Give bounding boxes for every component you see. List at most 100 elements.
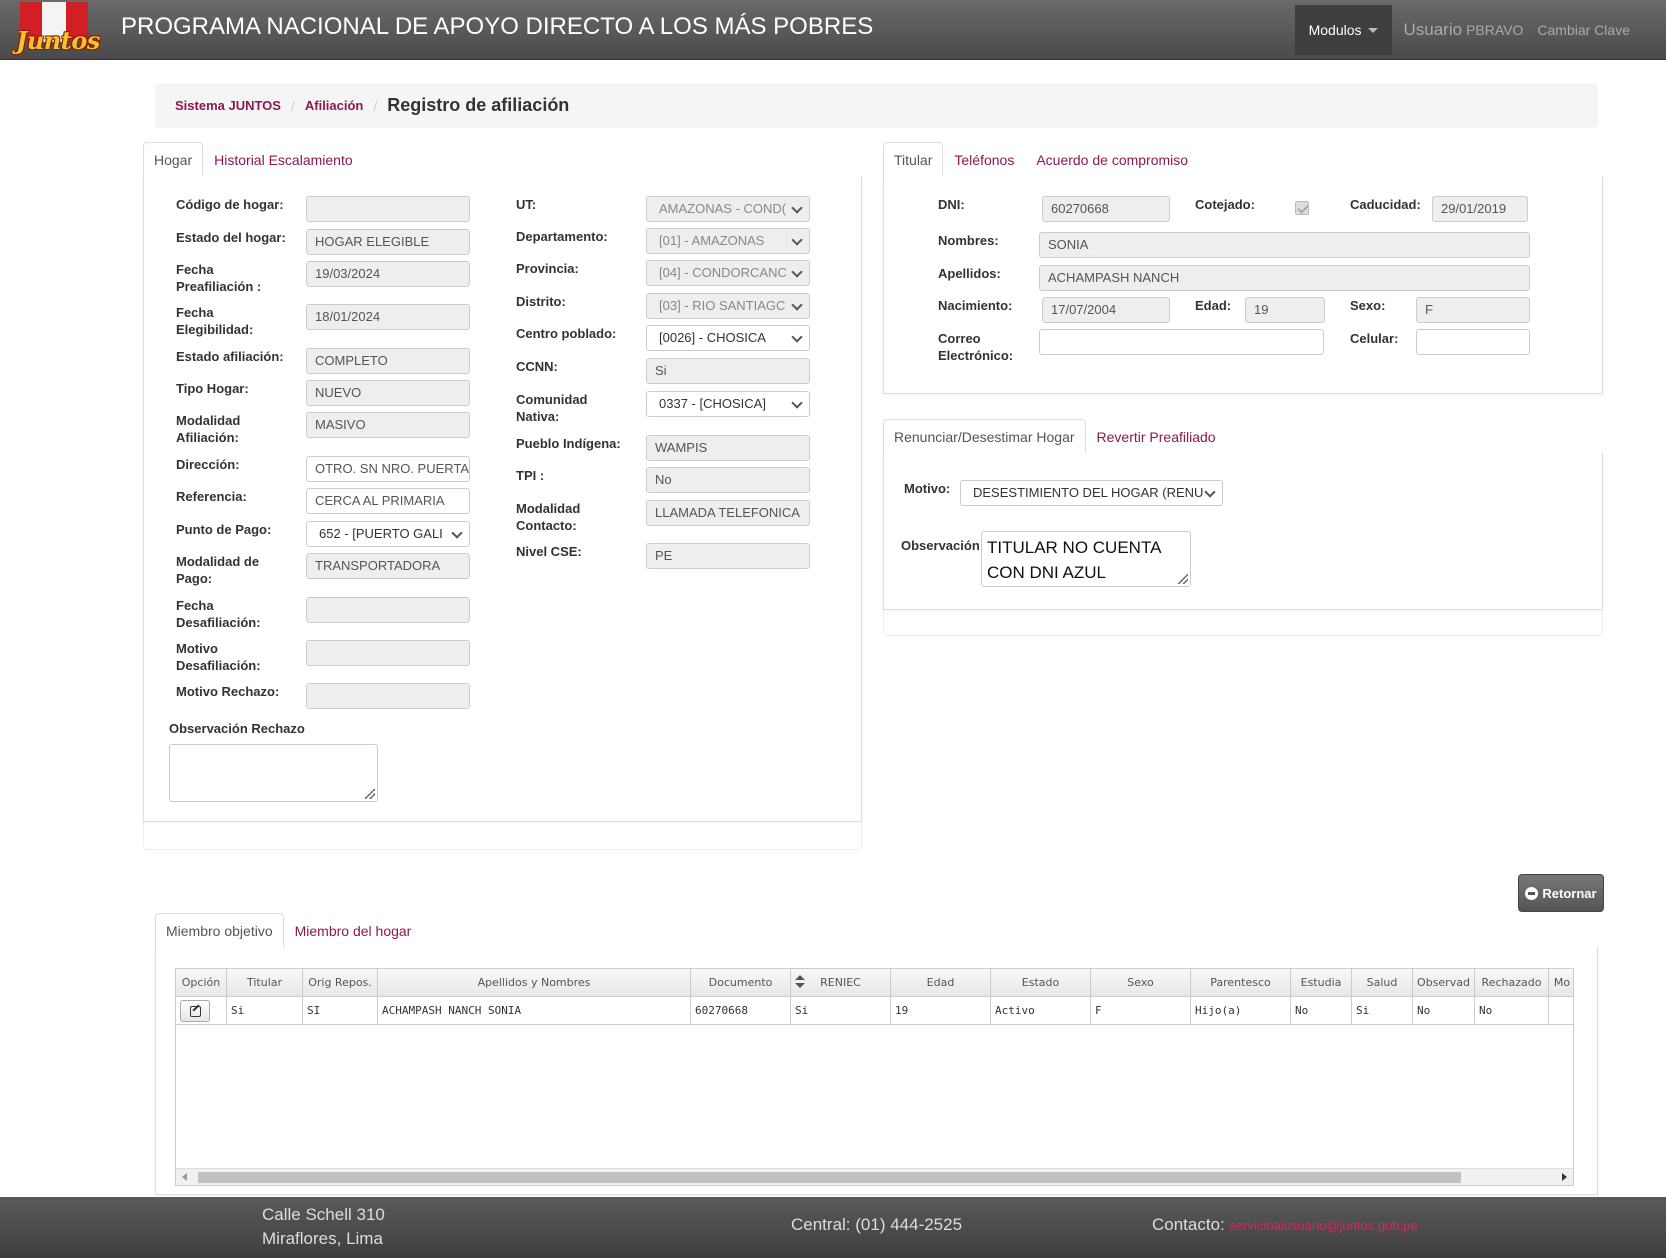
cell-titular: Si (227, 997, 303, 1025)
modalidad-contacto-label: Modalidad Contacto: (516, 501, 581, 533)
tab-titular[interactable]: Titular (883, 142, 944, 177)
cell-edad: 19 (891, 997, 991, 1025)
modalidad-pago-field[interactable]: TRANSPORTADORA (306, 553, 470, 579)
fecha-elegibilidad-field[interactable]: 18/01/2024 (306, 304, 470, 330)
col-header-salud[interactable]: Salud (1352, 969, 1413, 997)
cell-estado: Activo (991, 997, 1091, 1025)
chevron-down-icon (791, 331, 803, 343)
codigo-hogar-field[interactable] (306, 196, 470, 222)
miembros-grid: Opción Titular Orig Repos. Apellidos y N… (175, 968, 1574, 1186)
col-header-apellidos-nombres[interactable]: Apellidos y Nombres (378, 969, 691, 997)
fecha-desafiliacion-field[interactable] (306, 597, 470, 623)
juntos-logo[interactable]: Juntos (14, 2, 100, 56)
col-header-opcion[interactable]: Opción (176, 969, 227, 997)
col-header-mo[interactable]: Mo (1549, 969, 1573, 997)
tpi-label: TPI : (516, 468, 545, 483)
nacimiento-label: Nacimiento: (938, 298, 1013, 313)
chevron-down-icon (791, 234, 803, 246)
provincia-select[interactable]: [04] - CONDORCANC (646, 260, 810, 286)
edad-field[interactable]: 19 (1245, 297, 1325, 323)
contact-email-link[interactable]: servicioalusuario@juntos.gob.pe (1230, 1218, 1418, 1233)
footer-address: Calle Schell 310 Miraflores, Lima (262, 1205, 385, 1248)
sexo-field[interactable]: F (1416, 297, 1530, 323)
retornar-button[interactable]: Retornar (1518, 874, 1604, 912)
tpi-field[interactable]: No (646, 467, 810, 493)
modalidad-contacto-field[interactable]: LLAMADA TELEFONICA (646, 500, 810, 526)
cell-apellidos-nombres: ACHAMPASH NANCH SONIA (378, 997, 691, 1025)
scrollbar-thumb[interactable] (198, 1172, 1461, 1183)
tab-telefonos[interactable]: Teléfonos (943, 142, 1025, 177)
ut-label: UT: (516, 197, 537, 212)
modalidad-afiliacion-field[interactable]: MASIVO (306, 412, 470, 438)
col-header-orig-repos[interactable]: Orig Repos. (303, 969, 378, 997)
celular-field[interactable] (1416, 329, 1530, 355)
departamento-select[interactable]: [01] - AMAZONAS (646, 228, 810, 254)
col-header-documento[interactable]: Documento (691, 969, 791, 997)
ut-select[interactable]: AMAZONAS - COND( (646, 196, 810, 222)
modulos-menu[interactable]: Modulos (1294, 5, 1392, 55)
col-header-titular[interactable]: Titular (227, 969, 303, 997)
modalidad-afiliacion-label: Modalidad Afiliación: (176, 413, 241, 445)
estado-hogar-field[interactable]: HOGAR ELEGIBLE (306, 229, 470, 255)
ccnn-field[interactable]: Si (646, 358, 810, 384)
motivo-select[interactable]: DESESTIMIENTO DEL HOGAR (RENU (960, 480, 1223, 506)
col-header-reniec[interactable]: RENIEC (791, 969, 891, 997)
cotejado-checkbox[interactable] (1295, 201, 1309, 215)
tab-renunciar-desestimar[interactable]: Renunciar/Desestimar Hogar (883, 419, 1086, 454)
dni-field[interactable]: 60270668 (1042, 196, 1170, 222)
nacimiento-field[interactable]: 17/07/2004 (1042, 297, 1170, 323)
edit-row-button[interactable] (180, 1000, 210, 1022)
referencia-field[interactable]: CERCA AL PRIMARIA (306, 488, 470, 514)
cotejado-label: Cotejado: (1195, 197, 1255, 212)
user-label: Usuario (1403, 20, 1463, 39)
change-password-link[interactable]: Cambiar Clave (1537, 22, 1630, 38)
tab-acuerdo-compromiso[interactable]: Acuerdo de compromiso (1025, 142, 1199, 177)
estado-afiliacion-field[interactable]: COMPLETO (306, 348, 470, 374)
tab-miembro-objetivo[interactable]: Miembro objetivo (155, 913, 284, 948)
col-header-edad[interactable]: Edad (891, 969, 991, 997)
tab-revertir-preafiliado[interactable]: Revertir Preafiliado (1086, 419, 1227, 454)
breadcrumb-sistema[interactable]: Sistema JUNTOS (175, 98, 281, 113)
scroll-right-icon[interactable] (1562, 1173, 1567, 1181)
renuncia-panel: Motivo: DESESTIMIENTO DEL HOGAR (RENU Ob… (883, 453, 1603, 610)
scroll-left-icon[interactable] (182, 1173, 187, 1181)
direccion-field[interactable]: OTRO. SN NRO. PUERTA (306, 456, 470, 482)
cell-estudia: No (1291, 997, 1352, 1025)
motivo-desafiliacion-field[interactable] (306, 640, 470, 666)
cell-rechazado: No (1475, 997, 1549, 1025)
nombres-field[interactable]: SONIA (1039, 232, 1530, 258)
observacion-textarea[interactable]: TITULAR NO CUENTA CON DNI AZUL (981, 531, 1191, 587)
distrito-select[interactable]: [03] - RIO SANTIAGC (646, 293, 810, 319)
motivo-rechazo-field[interactable] (306, 683, 470, 709)
pueblo-indigena-field[interactable]: WAMPIS (646, 435, 810, 461)
chevron-down-icon (791, 202, 803, 214)
col-header-estado[interactable]: Estado (991, 969, 1091, 997)
resize-handle-icon[interactable] (1178, 574, 1188, 584)
breadcrumb-afiliacion[interactable]: Afiliación (305, 98, 364, 113)
horizontal-scrollbar[interactable] (176, 1168, 1573, 1185)
apellidos-label: Apellidos: (938, 266, 1001, 281)
referencia-label: Referencia: (176, 489, 247, 504)
col-header-estudia[interactable]: Estudia (1291, 969, 1352, 997)
tab-miembro-hogar[interactable]: Miembro del hogar (284, 913, 423, 948)
resize-handle-icon[interactable] (365, 789, 375, 799)
observacion-rechazo-textarea[interactable] (169, 744, 378, 802)
tipo-hogar-field[interactable]: NUEVO (306, 380, 470, 406)
centro-poblado-select[interactable]: [0026] - CHOSICA (646, 325, 810, 351)
caducidad-field[interactable]: 29/01/2019 (1432, 196, 1528, 222)
col-header-sexo[interactable]: Sexo (1091, 969, 1191, 997)
punto-pago-select[interactable]: 652 - [PUERTO GALI (306, 521, 470, 547)
apellidos-field[interactable]: ACHAMPASH NANCH (1039, 265, 1530, 291)
col-header-rechazado[interactable]: Rechazado (1475, 969, 1549, 997)
col-header-parentesco[interactable]: Parentesco (1191, 969, 1291, 997)
fecha-preafiliacion-field[interactable]: 19/03/2024 (306, 261, 470, 287)
col-header-observado[interactable]: Observad (1413, 969, 1475, 997)
tab-historial-escalamiento[interactable]: Historial Escalamiento (203, 142, 364, 177)
table-row[interactable]: Si SI ACHAMPASH NANCH SONIA 60270668 Si … (176, 997, 1573, 1025)
comunidad-nativa-select[interactable]: 0337 - [CHOSICA] (646, 391, 810, 417)
pueblo-indigena-label: Pueblo Indígena: (516, 436, 621, 451)
tab-hogar[interactable]: Hogar (143, 142, 204, 177)
footer: Calle Schell 310 Miraflores, Lima Centra… (0, 1197, 1666, 1258)
nivel-cse-field[interactable]: PE (646, 543, 810, 569)
correo-field[interactable] (1039, 329, 1324, 355)
